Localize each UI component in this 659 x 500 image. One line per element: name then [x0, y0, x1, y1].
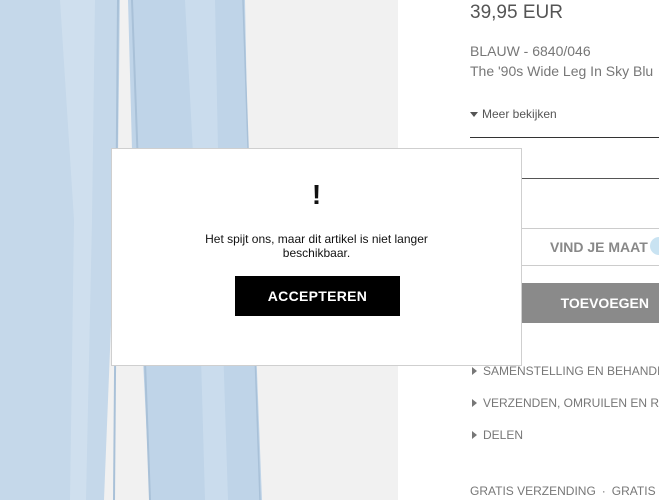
product-price: 39,95 EUR — [470, 2, 563, 23]
alert-icon: ! — [311, 179, 322, 210]
section-label: DELEN — [483, 428, 524, 442]
more-details-link[interactable]: Meer bekijken — [470, 107, 557, 121]
product-name: The '90s Wide Leg In Sky Blu — [470, 63, 654, 79]
unavailable-dialog: ! Het spijt ons, maar dit artikel is nie… — [111, 148, 522, 366]
section-share[interactable]: DELEN — [472, 428, 523, 442]
section-composition[interactable]: SAMENSTELLING EN BEHANDI — [472, 364, 659, 378]
find-size-button[interactable]: VIND JE MAAT — [550, 239, 648, 255]
caret-right-icon — [472, 399, 477, 407]
divider — [470, 137, 659, 138]
shipping-info: GRATIS VERZENDING · GRATIS — [470, 484, 656, 498]
section-shipping-returns[interactable]: VERZENDEN, OMRUILEN EN RI — [472, 396, 659, 410]
caret-down-icon — [470, 111, 478, 117]
free-returns-label: GRATIS — [611, 484, 656, 498]
caret-right-icon — [472, 367, 477, 375]
accept-button[interactable]: ACCEPTEREN — [235, 276, 400, 316]
free-shipping-label: GRATIS VERZENDING — [470, 484, 596, 498]
dialog-message: Het spijt ons, maar dit artikel is niet … — [205, 232, 428, 260]
product-color-code: BLAUW - 6840/046 — [470, 43, 591, 59]
separator-dot: · — [601, 484, 606, 498]
section-label: VERZENDEN, OMRUILEN EN RI — [483, 396, 659, 410]
section-label: SAMENSTELLING EN BEHANDI — [483, 364, 659, 378]
caret-right-icon — [472, 431, 477, 439]
more-details-label: Meer bekijken — [482, 107, 557, 121]
